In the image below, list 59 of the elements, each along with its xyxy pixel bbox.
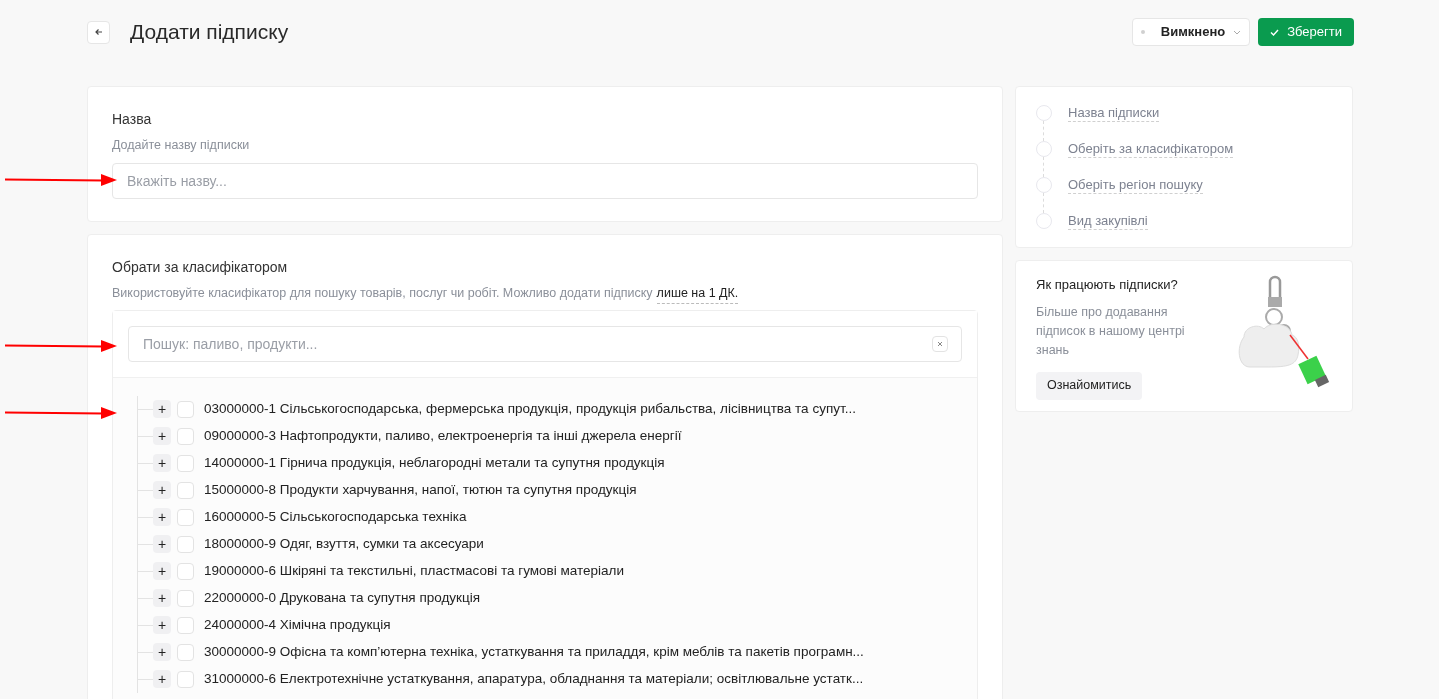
expand-button[interactable]: + xyxy=(153,454,171,472)
expand-button[interactable]: + xyxy=(153,670,171,688)
checkbox[interactable] xyxy=(177,616,194,634)
tree-item-label[interactable]: 03000000-1 Сільськогосподарська, фермерська продукція, продукція рибальства, лісівництва та супут... xyxy=(204,398,856,420)
step-link[interactable]: Назва підписки xyxy=(1068,104,1160,122)
step-link[interactable]: Оберіть за класифікатором xyxy=(1068,140,1234,158)
back-arrow-icon xyxy=(94,28,103,36)
section-title: Назва xyxy=(112,110,153,129)
expand-button[interactable]: + xyxy=(153,400,171,418)
tree-item-label[interactable]: 19000000-6 Шкіряні та текстильні, пластмасові та гумові матеріали xyxy=(204,560,624,582)
help-text: Більше про додавання підписок в нашому центрі знань xyxy=(1036,303,1186,359)
section-hint: Використовуйте класифікатор для пошуку товарів, послуг чи робіт. Можливо додати підписку xyxy=(112,284,653,302)
save-button[interactable]: Зберегти xyxy=(1258,18,1354,46)
tree-item-label[interactable]: 14000000-1 Гірнича продукція, неблагородні метали та супутня продукція xyxy=(204,452,665,474)
checkbox[interactable] xyxy=(177,535,194,553)
checkbox[interactable] xyxy=(177,643,194,661)
close-icon xyxy=(937,340,943,347)
status-dropdown[interactable]: Вимкнено xyxy=(1131,18,1251,46)
tree-item-label[interactable]: 16000000-5 Сільськогосподарська техніка xyxy=(204,506,467,528)
annotation-arrow-icon xyxy=(5,407,117,419)
checkbox[interactable] xyxy=(177,562,194,580)
section-hint: Додайте назву підписки xyxy=(112,137,251,154)
checkmark-icon xyxy=(1270,28,1280,36)
learn-more-button[interactable]: Ознайомитись xyxy=(1036,371,1143,400)
expand-button[interactable]: + xyxy=(153,562,171,580)
tree-item-label[interactable]: 30000000-9 Офісна та комп’ютерна техніка, устаткування та приладдя, крім меблів та пакетів програмн... xyxy=(204,641,864,663)
help-title: Як працюють підписки? xyxy=(1036,276,1179,294)
back-button[interactable] xyxy=(87,20,110,44)
expand-button[interactable]: + xyxy=(153,427,171,445)
hint-link[interactable]: лише на 1 ДК. xyxy=(656,283,739,304)
tree-item-label[interactable]: 22000000-0 Друкована та супутня продукція xyxy=(204,587,481,609)
checkbox[interactable] xyxy=(177,670,194,688)
expand-button[interactable]: + xyxy=(153,643,171,661)
clear-button[interactable] xyxy=(932,335,948,352)
step-link[interactable]: Вид закупівлі xyxy=(1068,212,1148,230)
checkbox[interactable] xyxy=(177,454,194,472)
annotation-arrow-icon xyxy=(5,174,117,186)
page-title: Додати підписку xyxy=(130,19,289,46)
expand-button[interactable]: + xyxy=(153,589,171,607)
tree-item-label[interactable]: 31000000-6 Електротехнічне устаткування, апаратура, обладнання та матеріали; освітлювальне устатк... xyxy=(204,668,864,690)
expand-button[interactable]: + xyxy=(153,535,171,553)
expand-button[interactable]: + xyxy=(153,481,171,499)
tree-item-label[interactable]: 24000000-4 Хімічна продукція xyxy=(204,614,391,636)
expand-button[interactable]: + xyxy=(153,508,171,526)
name-input-field[interactable]: Вкажіть назву... xyxy=(112,162,978,199)
checkbox[interactable] xyxy=(177,508,194,526)
search-field[interactable]: Пошук: паливо, продукти... xyxy=(128,325,962,362)
chevron-down-icon xyxy=(1233,29,1242,35)
checkbox[interactable] xyxy=(177,481,194,499)
annotation-arrow-icon xyxy=(5,340,117,352)
tree-item-label[interactable]: 09000000-3 Нафтопродукти, паливо, електроенергія та інші джерела енергії xyxy=(204,425,682,447)
tree-item-label[interactable]: 18000000-9 Одяг, взуття, сумки та аксесуари xyxy=(204,533,484,555)
expand-button[interactable]: + xyxy=(153,616,171,634)
section-title: Обрати за класифікатором xyxy=(112,257,289,277)
checkbox[interactable] xyxy=(177,400,194,418)
step-link[interactable]: Оберіть регіон пошуку xyxy=(1068,176,1203,194)
checkbox[interactable] xyxy=(177,427,194,445)
checkbox[interactable] xyxy=(177,589,194,607)
tree-item-label[interactable]: 15000000-8 Продукти харчування, напої, тютюн та супутня продукція xyxy=(204,479,637,501)
